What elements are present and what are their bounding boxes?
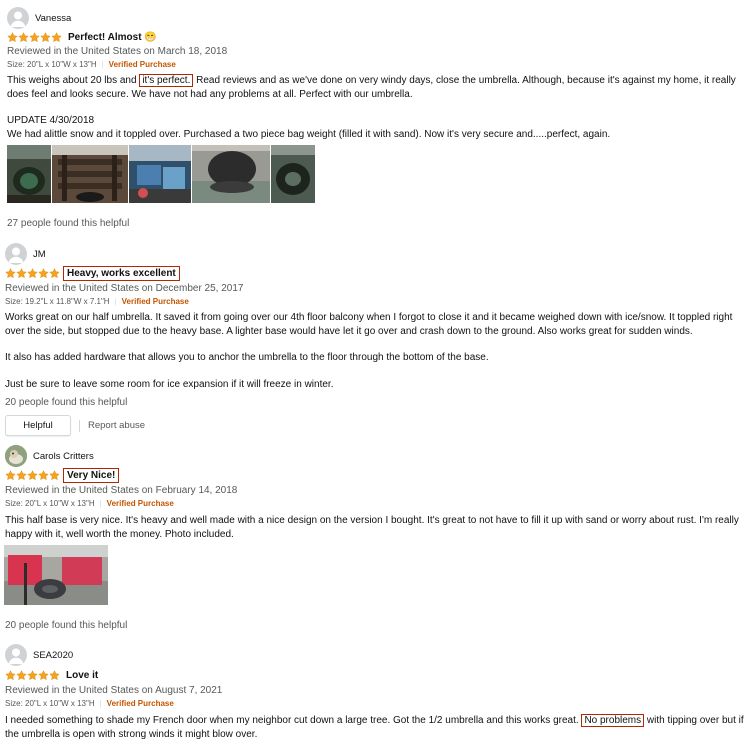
star-icon xyxy=(38,670,49,681)
star-icon xyxy=(16,470,27,481)
review-photo-3[interactable] xyxy=(129,145,191,203)
report-abuse-link[interactable]: Report abuse xyxy=(88,420,145,431)
review-photo-patio[interactable] xyxy=(4,545,108,605)
review-paragraph: Just be sure to leave some room for ice … xyxy=(5,378,334,390)
review-title[interactable]: Heavy, works excellent xyxy=(63,266,180,281)
separator: | xyxy=(101,60,104,69)
review-title[interactable]: Love it xyxy=(66,670,98,681)
product-size: Size: 19.2"L x 11.8"W x 7.1"H | Verified P… xyxy=(5,297,189,306)
profile-photo-avatar xyxy=(5,445,27,467)
helpful-button[interactable]: Helpful xyxy=(5,415,71,436)
product-size: Size: 20"L x 10"W x 13"H | Verified Purcha… xyxy=(5,699,174,708)
review-date: Reviewed in the United States on Decembe… xyxy=(5,283,244,294)
star-icon xyxy=(49,670,60,681)
review-paragraph: This weighs about 20 lbs and it's perfec… xyxy=(7,74,750,101)
star-icon xyxy=(5,268,16,279)
review-body: This weighs about 20 lbs and it's perfec… xyxy=(7,74,750,141)
star-icon xyxy=(38,268,49,279)
star-rating xyxy=(5,268,60,279)
separator: | xyxy=(99,499,102,508)
review-text: I needed something to shade my French do… xyxy=(5,715,582,726)
size-label[interactable]: Size: 20"L x 10"W x 13"H xyxy=(5,499,95,508)
product-size: Size: 20"L x 10"W x 13"H | Verified Purcha… xyxy=(5,499,174,508)
review-paragraph: We had alittle snow and it toppled over.… xyxy=(7,128,611,140)
star-icon xyxy=(5,470,16,481)
star-icon xyxy=(16,268,27,279)
star-icon xyxy=(40,32,51,43)
review-paragraph: I needed something to shade my French do… xyxy=(5,714,750,741)
review-photo-2[interactable] xyxy=(52,145,128,203)
verified-purchase-badge: Verified Purchase xyxy=(121,297,189,306)
star-icon xyxy=(27,268,38,279)
star-icon xyxy=(29,32,40,43)
review-photos xyxy=(7,145,315,203)
review-actions: Helpful Report abuse xyxy=(5,415,145,436)
review-paragraph: Works great on our half umbrella. It sav… xyxy=(5,312,733,337)
reviewer-profile[interactable]: Carols Critters xyxy=(5,445,94,467)
review-body: Works great on our half umbrella. It sav… xyxy=(5,311,750,391)
review-title[interactable]: Very Nice! xyxy=(63,468,120,483)
star-icon xyxy=(38,470,49,481)
star-icon xyxy=(49,470,60,481)
separator: | xyxy=(99,699,102,708)
star-icon xyxy=(27,470,38,481)
size-label[interactable]: Size: 19.2"L x 11.8"W x 7.1"H xyxy=(5,297,110,306)
size-label[interactable]: Size: 20"L x 10"W x 13"H xyxy=(7,60,97,69)
review-body: I needed something to shade my French do… xyxy=(5,714,750,741)
reviewer-profile[interactable]: Vanessa xyxy=(7,7,71,29)
star-icon xyxy=(16,670,27,681)
reviewer-name: SEA2020 xyxy=(33,649,74,661)
verified-purchase-badge: Verified Purchase xyxy=(106,699,174,708)
default-user-icon xyxy=(5,644,27,666)
star-rating xyxy=(7,32,62,43)
helpful-count: 20 people found this helpful xyxy=(5,397,128,408)
star-rating xyxy=(5,670,60,681)
star-icon xyxy=(27,670,38,681)
default-user-icon xyxy=(5,243,27,265)
verified-purchase-badge: Verified Purchase xyxy=(106,499,174,508)
helpful-count: 20 people found this helpful xyxy=(5,620,128,631)
review-photo-5[interactable] xyxy=(271,145,315,203)
reviewer-name: JM xyxy=(33,248,46,260)
separator xyxy=(79,419,80,432)
review-date: Reviewed in the United States on August … xyxy=(5,685,223,696)
star-icon xyxy=(18,32,29,43)
review-paragraph: This half base is very nice. It's heavy … xyxy=(5,515,739,540)
separator: | xyxy=(114,297,117,306)
reviewer-profile[interactable]: JM xyxy=(5,243,46,265)
star-icon xyxy=(5,670,16,681)
reviewer-profile[interactable]: SEA2020 xyxy=(5,644,73,666)
review-photo-1[interactable] xyxy=(7,145,51,203)
review-date: Reviewed in the United States on Februar… xyxy=(5,485,238,496)
default-user-icon xyxy=(7,7,29,29)
star-rating xyxy=(5,470,60,481)
highlighted-phrase: No problems xyxy=(581,714,645,727)
star-icon xyxy=(51,32,62,43)
verified-purchase-badge: Verified Purchase xyxy=(108,60,176,69)
review-update-heading: UPDATE 4/30/2018 xyxy=(7,115,95,126)
review-paragraph: It also has added hardware that allows y… xyxy=(5,352,489,363)
reviewer-name: Vanessa xyxy=(35,12,72,24)
review-text: This weighs about 20 lbs and xyxy=(7,75,140,86)
size-label[interactable]: Size: 20"L x 10"W x 13"H xyxy=(5,699,95,708)
star-icon xyxy=(49,268,60,279)
star-icon xyxy=(7,32,18,43)
review-title[interactable]: Perfect! Almost 😁 xyxy=(68,32,157,43)
helpful-count: 27 people found this helpful xyxy=(7,218,130,229)
review-photo-4[interactable] xyxy=(192,145,270,203)
reviewer-name: Carols Critters xyxy=(33,450,94,462)
review-body: This half base is very nice. It's heavy … xyxy=(5,514,750,541)
product-size: Size: 20"L x 10"W x 13"H | Verified Purcha… xyxy=(7,60,176,69)
highlighted-phrase: it's perfect. xyxy=(139,74,194,87)
review-date: Reviewed in the United States on March 1… xyxy=(7,46,228,57)
